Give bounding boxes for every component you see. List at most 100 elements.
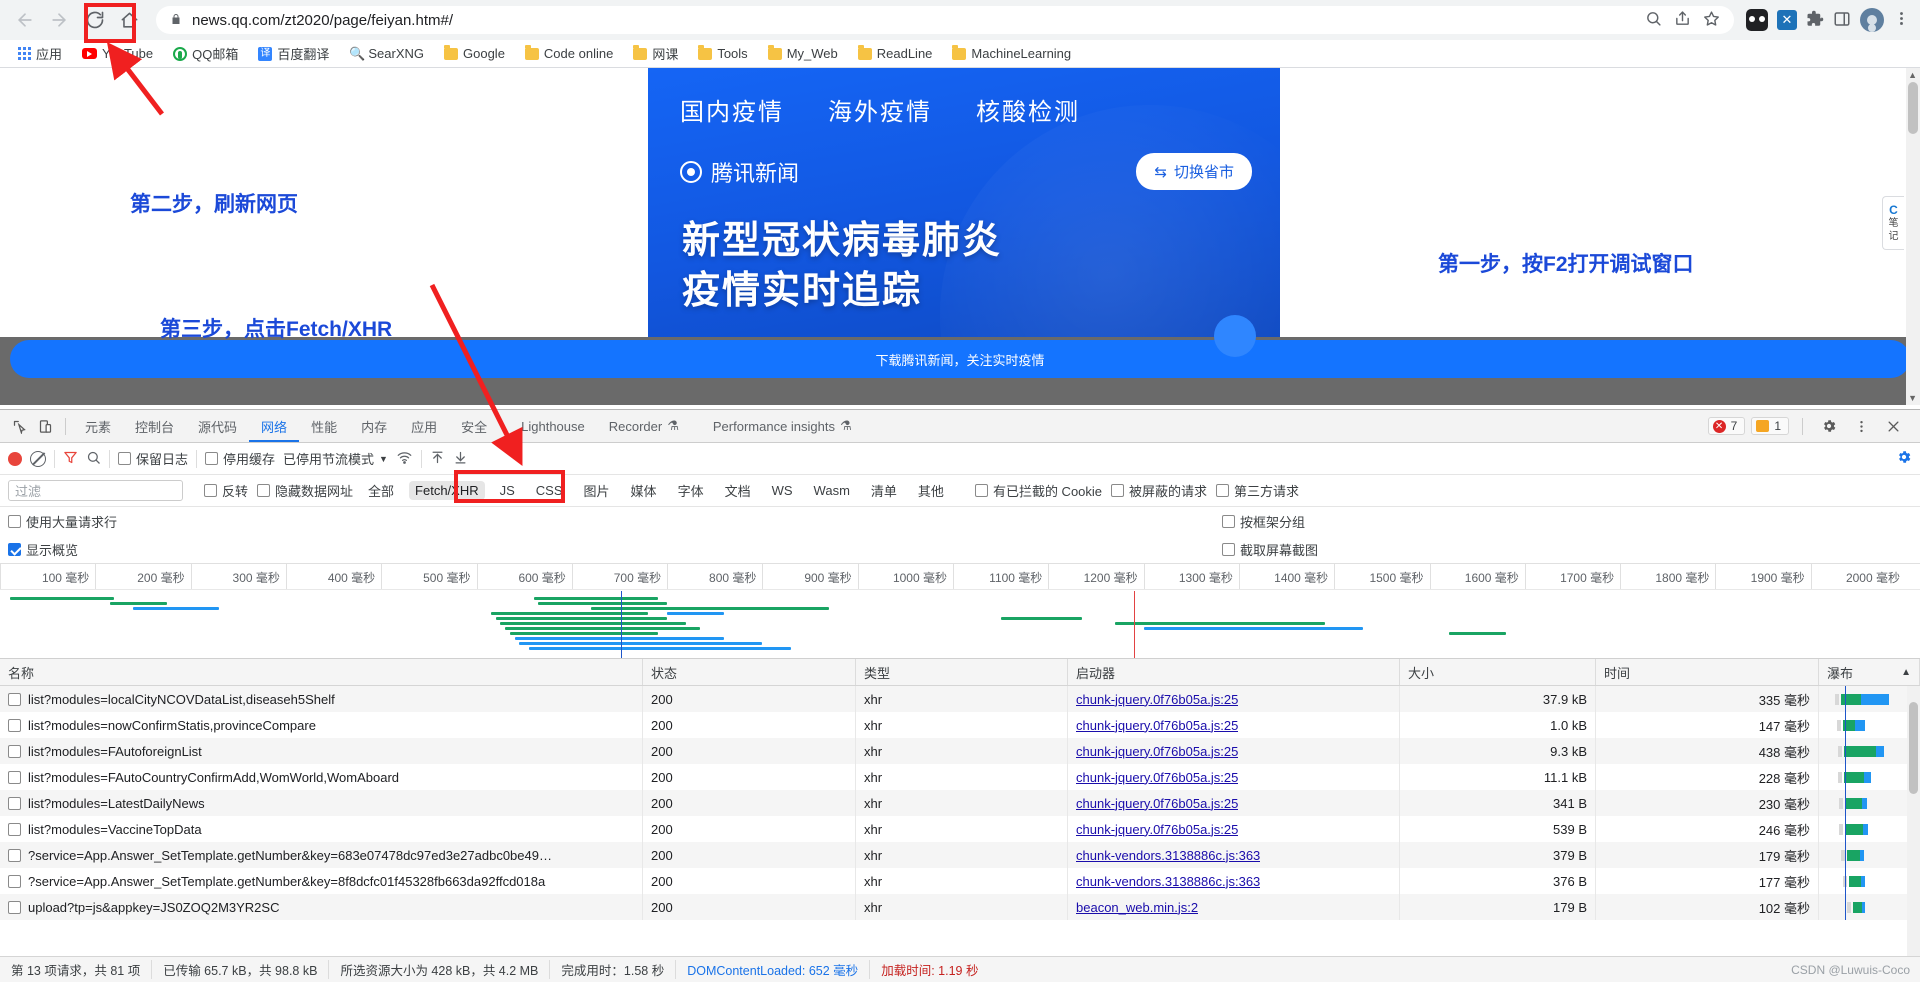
extension-icon-x[interactable]: ✕ xyxy=(1777,10,1797,30)
bookmark-machinelearning[interactable]: MachineLearning xyxy=(944,43,1079,64)
big-request-rows-checkbox[interactable]: 使用大量请求行 xyxy=(8,512,117,531)
scroll-up-arrow-icon[interactable]: ▲ xyxy=(1908,70,1917,80)
initiator-link[interactable]: chunk-jquery.0f76b05a.js:25 xyxy=(1076,822,1238,837)
bookmark-wangke[interactable]: 网课 xyxy=(625,41,686,66)
table-row[interactable]: list?modules=VaccineTopData 200 xhr chunk-j… xyxy=(0,816,1920,842)
initiator-link[interactable]: chunk-vendors.3138886c.js:363 xyxy=(1076,874,1260,889)
initiator-link[interactable]: beacon_web.min.js:2 xyxy=(1076,900,1198,915)
cell-name[interactable]: list?modules=FAutoCountryConfirmAdd,WomW… xyxy=(0,764,643,790)
preserve-log-checkbox[interactable]: 保留日志 xyxy=(118,449,188,468)
table-row[interactable]: list?modules=LatestDailyNews 200 xhr chunk-… xyxy=(0,790,1920,816)
tab-console[interactable]: 控制台 xyxy=(123,410,186,442)
scroll-thumb[interactable] xyxy=(1908,82,1918,134)
network-overview[interactable]: 100 毫秒 200 毫秒 300 毫秒 400 毫秒 500 毫秒 600 毫秒 700 … xyxy=(0,563,1920,659)
cell-initiator[interactable]: chunk-jquery.0f76b05a.js:25 xyxy=(1068,816,1400,842)
table-row[interactable]: list?modules=localCityNCOVDataList,disea… xyxy=(0,686,1920,712)
side-panel-icon[interactable] xyxy=(1833,10,1851,31)
table-row[interactable]: list?modules=nowConfirmStatis,provinceCo… xyxy=(0,712,1920,738)
cell-initiator[interactable]: beacon_web.min.js:2 xyxy=(1068,894,1400,920)
cell-name[interactable]: list?modules=nowConfirmStatis,provinceCo… xyxy=(0,712,643,738)
cell-name[interactable]: ?service=App.Answer_SetTemplate.getNumbe… xyxy=(0,868,643,894)
filter-type-wasm[interactable]: Wasm xyxy=(808,481,856,500)
extensions-puzzle-icon[interactable] xyxy=(1806,10,1824,31)
capture-screenshots-checkbox[interactable]: 截取屏幕截图 xyxy=(1222,540,1318,559)
bookmark-apps[interactable]: 应用 xyxy=(10,41,70,66)
table-row[interactable]: list?modules=FAutoforeignList 200 xhr chunk… xyxy=(0,738,1920,764)
filter-funnel-icon[interactable] xyxy=(63,450,78,468)
throttle-dropdown[interactable]: 已停用节流模式 ▼ xyxy=(283,449,388,468)
csdn-note-tab[interactable]: C 笔 记 xyxy=(1882,196,1904,250)
filter-type-other[interactable]: 其他 xyxy=(912,479,950,502)
bookmark-google[interactable]: Google xyxy=(436,43,513,64)
device-toolbar-icon[interactable] xyxy=(32,413,58,439)
nav-item-domestic[interactable]: 国内疫情 xyxy=(680,92,784,127)
home-icon[interactable] xyxy=(114,5,144,35)
filter-type-ws[interactable]: WS xyxy=(766,481,799,500)
cell-initiator[interactable]: chunk-jquery.0f76b05a.js:25 xyxy=(1068,790,1400,816)
blocked-cookies-checkbox[interactable]: 有已拦截的 Cookie xyxy=(974,481,1102,500)
tab-elements[interactable]: 元素 xyxy=(73,410,123,442)
search-icon[interactable] xyxy=(86,450,101,468)
tab-performance[interactable]: 性能 xyxy=(299,410,349,442)
column-header-type[interactable]: 类型 xyxy=(856,659,1068,685)
filter-type-img[interactable]: 图片 xyxy=(578,479,616,502)
filter-type-js[interactable]: JS xyxy=(494,481,521,500)
extension-icon-dark[interactable] xyxy=(1746,9,1768,31)
cell-initiator[interactable]: chunk-vendors.3138886c.js:363 xyxy=(1068,868,1400,894)
tab-network[interactable]: 网络 xyxy=(249,410,299,442)
filter-type-media[interactable]: 媒体 xyxy=(625,479,663,502)
initiator-link[interactable]: chunk-jquery.0f76b05a.js:25 xyxy=(1076,692,1238,707)
bookmark-tools[interactable]: Tools xyxy=(690,43,755,64)
column-header-initiator[interactable]: 启动器 xyxy=(1068,659,1400,685)
nav-item-testing[interactable]: 核酸检测 xyxy=(976,92,1080,127)
scroll-down-arrow-icon[interactable]: ▼ xyxy=(1908,393,1917,403)
column-header-name[interactable]: 名称 xyxy=(0,659,643,685)
table-row[interactable]: ?service=App.Answer_SetTemplate.getNumbe… xyxy=(0,868,1920,894)
hide-data-urls-checkbox[interactable]: 隐藏数据网址 xyxy=(257,481,353,500)
table-row[interactable]: list?modules=FAutoCountryConfirmAdd,WomW… xyxy=(0,764,1920,790)
sort-ascending-icon[interactable]: ▲ xyxy=(1901,667,1911,678)
cell-name[interactable]: upload?tp=js&appkey=JS0ZOQ2M3YR2SC xyxy=(0,894,643,920)
search-icon[interactable] xyxy=(1645,10,1662,30)
show-overview-checkbox[interactable]: 显示概览 xyxy=(8,540,78,559)
nav-item-overseas[interactable]: 海外疫情 xyxy=(828,92,932,127)
cell-initiator[interactable]: chunk-vendors.3138886c.js:363 xyxy=(1068,842,1400,868)
page-scrollbar[interactable]: ▲ ▼ xyxy=(1906,68,1920,405)
table-row[interactable]: ?service=App.Answer_SetTemplate.getNumbe… xyxy=(0,842,1920,868)
network-settings-icon[interactable] xyxy=(1896,449,1912,468)
filter-type-manifest[interactable]: 清单 xyxy=(865,479,903,502)
cell-initiator[interactable]: chunk-jquery.0f76b05a.js:25 xyxy=(1068,738,1400,764)
filter-type-doc[interactable]: 文档 xyxy=(719,479,757,502)
cell-name[interactable]: list?modules=VaccineTopData xyxy=(0,816,643,842)
clear-network-icon[interactable] xyxy=(30,450,46,467)
cell-initiator[interactable]: chunk-jquery.0f76b05a.js:25 xyxy=(1068,686,1400,712)
table-scrollbar[interactable] xyxy=(1907,686,1920,956)
filter-type-fetch-xhr[interactable]: Fetch/XHR xyxy=(409,481,485,500)
cell-name[interactable]: ?service=App.Answer_SetTemplate.getNumbe… xyxy=(0,842,643,868)
cell-name[interactable]: list?modules=localCityNCOVDataList,disea… xyxy=(0,686,643,712)
bookmark-readline[interactable]: ReadLine xyxy=(850,43,941,64)
inspect-element-icon[interactable] xyxy=(6,413,32,439)
back-arrow-icon[interactable] xyxy=(10,5,40,35)
column-header-size[interactable]: 大小 xyxy=(1400,659,1596,685)
disable-cache-checkbox[interactable]: 停用缓存 xyxy=(205,449,275,468)
table-row[interactable]: upload?tp=js&appkey=JS0ZOQ2M3YR2SC 200 xhr… xyxy=(0,894,1920,920)
download-app-bar[interactable]: 下载腾讯新闻，关注实时疫情 xyxy=(10,340,1910,378)
invert-checkbox[interactable]: 反转 xyxy=(204,481,248,500)
close-icon[interactable] xyxy=(1880,413,1906,439)
tab-memory[interactable]: 内存 xyxy=(349,410,399,442)
cell-initiator[interactable]: chunk-jquery.0f76b05a.js:25 xyxy=(1068,764,1400,790)
blocked-requests-checkbox[interactable]: 被屏蔽的请求 xyxy=(1111,481,1207,500)
cell-name[interactable]: list?modules=LatestDailyNews xyxy=(0,790,643,816)
column-header-status[interactable]: 状态 xyxy=(643,659,856,685)
bookmark-baidu-translate[interactable]: 译 百度翻译 xyxy=(250,41,337,66)
network-conditions-icon[interactable] xyxy=(396,450,413,468)
column-header-time[interactable]: 时间 xyxy=(1596,659,1819,685)
three-dot-menu-icon[interactable] xyxy=(1893,10,1910,30)
tab-sources[interactable]: 源代码 xyxy=(186,410,249,442)
initiator-link[interactable]: chunk-jquery.0f76b05a.js:25 xyxy=(1076,718,1238,733)
filter-type-font[interactable]: 字体 xyxy=(672,479,710,502)
switch-province-button[interactable]: ⇆ 切换省市 xyxy=(1136,153,1252,190)
share-icon[interactable] xyxy=(1674,10,1691,30)
tab-recorder[interactable]: Recorder ⚗ xyxy=(597,410,691,442)
